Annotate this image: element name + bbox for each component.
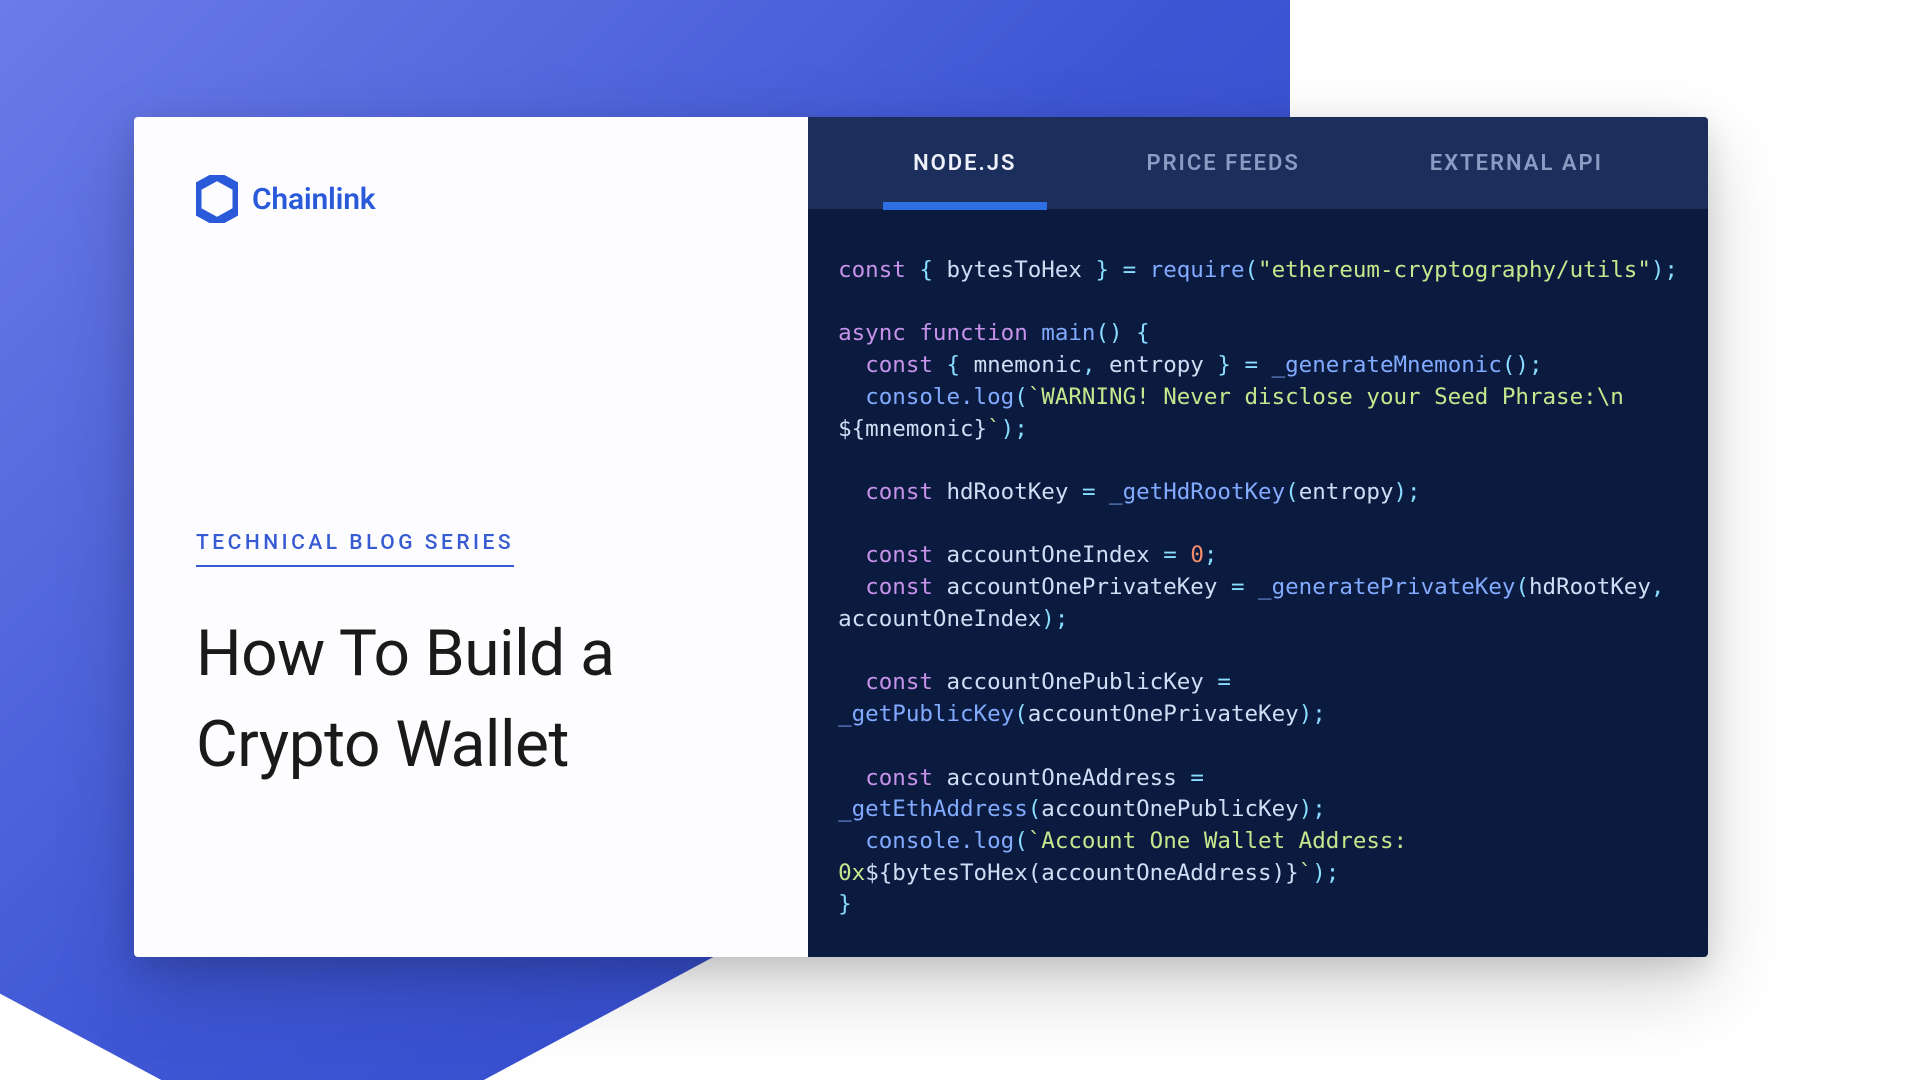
hero-text: TECHNICAL BLOG SERIES How To Build a Cry… xyxy=(196,531,614,791)
code-token: ); xyxy=(1041,606,1068,632)
code-token: bytesToHex xyxy=(946,257,1081,283)
code-token: accountOnePrivateKey xyxy=(1028,701,1299,727)
code-token: ${mnemonic} xyxy=(838,416,987,442)
code-token: accountOneIndex xyxy=(946,542,1149,568)
tab-external-api[interactable]: EXTERNAL API xyxy=(1420,119,1613,208)
code-token: require xyxy=(1150,257,1245,283)
code-token: ( xyxy=(1014,828,1028,854)
title-line-1: How To Build a xyxy=(196,616,614,691)
code-token: hdRootKey xyxy=(946,479,1068,505)
code-token: ( xyxy=(1285,479,1299,505)
code-token: ); xyxy=(1299,701,1326,727)
code-token: accountOneAddress xyxy=(946,765,1176,791)
chainlink-hexagon-icon xyxy=(196,175,238,223)
code-snippet: const { bytesToHex } = require("ethereum… xyxy=(808,209,1708,957)
code-token: = xyxy=(1217,669,1231,695)
code-token: _generateMnemonic xyxy=(1272,352,1502,378)
code-token: mnemonic xyxy=(974,352,1082,378)
code-token: ( xyxy=(1515,574,1529,600)
code-token: accountOneIndex xyxy=(838,606,1041,632)
code-token: const xyxy=(865,479,933,505)
code-token: const xyxy=(838,257,906,283)
code-token: const xyxy=(865,574,933,600)
code-token: accountOnePublicKey xyxy=(946,669,1203,695)
hero-card: Chainlink TECHNICAL BLOG SERIES How To B… xyxy=(134,117,1708,957)
code-token: hdRootKey xyxy=(1529,574,1651,600)
code-token: function xyxy=(919,320,1027,346)
code-token: ` xyxy=(987,416,1001,442)
code-token: ( xyxy=(1028,796,1042,822)
code-token: { xyxy=(1136,320,1150,346)
code-token: ; xyxy=(1204,542,1218,568)
code-token: ( xyxy=(1014,701,1028,727)
tab-nodejs[interactable]: NODE.JS xyxy=(903,119,1026,208)
code-token: _generatePrivateKey xyxy=(1258,574,1515,600)
code-token: , xyxy=(1651,574,1665,600)
code-token: accountOnePrivateKey xyxy=(946,574,1217,600)
code-token: _getEthAddress xyxy=(838,796,1028,822)
code-token: } xyxy=(1217,352,1231,378)
page-title: How To Build a Crypto Wallet xyxy=(196,609,614,791)
code-token: = xyxy=(1231,574,1245,600)
code-token: ( xyxy=(1014,384,1028,410)
code-token: ); xyxy=(1299,796,1326,822)
left-panel: Chainlink TECHNICAL BLOG SERIES How To B… xyxy=(134,117,808,957)
code-token: const xyxy=(865,765,933,791)
code-token: () xyxy=(1095,320,1122,346)
code-token: _getPublicKey xyxy=(838,701,1014,727)
code-token: main xyxy=(1041,320,1095,346)
brand-name: Chainlink xyxy=(252,182,375,217)
code-token: = xyxy=(1082,479,1096,505)
code-token: { xyxy=(946,352,960,378)
code-token: entropy xyxy=(1299,479,1394,505)
code-token: } xyxy=(1095,257,1109,283)
code-token: = xyxy=(1123,257,1137,283)
code-token: { xyxy=(919,257,933,283)
code-token: = xyxy=(1245,352,1259,378)
code-token: ${bytesToHex(accountOneAddress)} xyxy=(865,860,1298,886)
code-token: console.log xyxy=(865,384,1014,410)
tab-price-feeds[interactable]: PRICE FEEDS xyxy=(1136,119,1309,208)
code-token: console.log xyxy=(865,828,1014,854)
code-token: _getHdRootKey xyxy=(1109,479,1285,505)
code-token: , xyxy=(1082,352,1096,378)
code-token: entropy xyxy=(1109,352,1204,378)
code-token: = xyxy=(1163,542,1177,568)
code-token: 0 xyxy=(1190,542,1204,568)
code-token: `Account One Wallet Address: xyxy=(1028,828,1421,854)
code-token: accountOnePublicKey xyxy=(1041,796,1298,822)
code-token: `WARNING! Never disclose your Seed Phras… xyxy=(1028,384,1638,410)
code-token: const xyxy=(865,542,933,568)
code-token: (); xyxy=(1502,352,1543,378)
brand-logo: Chainlink xyxy=(196,175,746,223)
code-token: "ethereum-cryptography/utils" xyxy=(1258,257,1651,283)
code-token: 0x xyxy=(838,860,865,886)
code-token: } xyxy=(838,891,852,917)
code-tabs: NODE.JS PRICE FEEDS EXTERNAL API xyxy=(808,117,1708,209)
title-line-2: Crypto Wallet xyxy=(196,707,569,782)
code-token: const xyxy=(865,352,933,378)
code-token: = xyxy=(1190,765,1204,791)
code-token: ` xyxy=(1299,860,1313,886)
code-token: async xyxy=(838,320,906,346)
code-token: ); xyxy=(1651,257,1678,283)
code-panel: NODE.JS PRICE FEEDS EXTERNAL API const {… xyxy=(808,117,1708,957)
series-label: TECHNICAL BLOG SERIES xyxy=(196,531,514,567)
code-token: ); xyxy=(1001,416,1028,442)
code-token: ); xyxy=(1312,860,1339,886)
code-token: ( xyxy=(1245,257,1259,283)
code-token: ); xyxy=(1394,479,1421,505)
code-token: const xyxy=(865,669,933,695)
